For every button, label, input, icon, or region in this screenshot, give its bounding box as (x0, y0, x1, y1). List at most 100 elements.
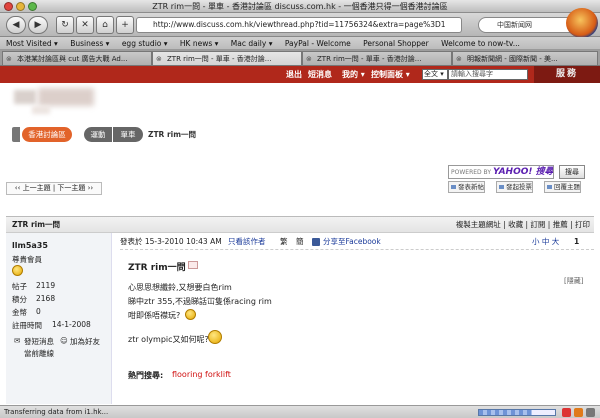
reply-button[interactable]: 回覆主題 (544, 181, 581, 193)
breadcrumb-sports[interactable]: 運動 (84, 127, 112, 142)
thread-title: ZTR rim一問 (12, 220, 61, 229)
rss-icon[interactable] (574, 408, 583, 417)
close-window-icon[interactable] (4, 2, 13, 11)
adblock-icon[interactable] (562, 408, 571, 417)
coins-label: 金幣 (12, 308, 27, 317)
yahoo-logo: YAHOO! 搜尋 (492, 167, 554, 177)
bookmark-item[interactable]: Welcome to now-tv... (441, 39, 520, 48)
window-title: ZTR rim一問 - 單車 - 香港討論區 discuss.com.hk - … (152, 2, 448, 11)
only-author-link[interactable]: 只看該作者 (228, 236, 266, 248)
close-tab-icon[interactable]: ⊗ (306, 52, 312, 65)
firefox-logo-icon (566, 8, 598, 38)
new-post-button[interactable]: 發表新帖 (448, 181, 485, 193)
add-bookmark-icon[interactable]: + (116, 16, 134, 34)
site-logo-text[interactable] (38, 88, 94, 106)
thread-tools[interactable]: 複製主題網址 | 收藏 | 訂閱 | 推薦 | 打印 (456, 217, 590, 233)
thread-actions: 發表新帖 發起投票 回覆主題 (448, 181, 593, 194)
search-value: 中国新闻网 (497, 21, 532, 29)
status-bar: Transferring data from i1.hk... (0, 405, 600, 418)
share-facebook-link[interactable]: 分享至Facebook (323, 236, 381, 248)
reload-icon[interactable]: ↻ (56, 16, 74, 34)
mine-menu[interactable]: 我的 ▾ (342, 66, 365, 83)
font-size-links[interactable]: 小 中 大 (532, 236, 559, 248)
site-logo[interactable] (14, 90, 36, 104)
post-floor: 1 (574, 237, 580, 246)
breadcrumb-cycling[interactable]: 單車 (113, 127, 143, 142)
message-icon: ✉ (14, 336, 21, 345)
post-line-2: 睇中ztr 355,不過睇話冚隻係racing rim (128, 297, 272, 306)
hot-search-link[interactable]: flooring forklift (172, 370, 231, 379)
sweat-smiley-icon (185, 309, 196, 320)
forward-arrow-icon[interactable]: ▶ (28, 16, 48, 34)
close-tab-icon[interactable]: ⊗ (456, 52, 462, 65)
close-tab-icon[interactable]: ⊗ (6, 52, 12, 65)
send-message-link[interactable]: 發短消息 (24, 336, 54, 347)
post-line-1: 心思思想纖鈴,又想要白色rim (128, 283, 232, 292)
author-panel: llm5a35 尊貴會員 帖子 2119 積分 2168 金幣 0 註冊時間 1… (6, 233, 112, 404)
tab-mingpao[interactable]: ⊗ 明報新聞網 - 國際新聞 - 美... (452, 51, 598, 65)
home-icon[interactable]: ⌂ (96, 16, 114, 34)
post-line-4: ztr olympic又如何呢? (128, 335, 209, 344)
close-tab-icon[interactable]: ⊗ (156, 52, 162, 65)
bookmark-item[interactable]: Most Visited ▾ (6, 39, 58, 48)
yahoo-search-button[interactable]: 搜尋 (559, 165, 585, 179)
yahoo-search-input[interactable]: POWERED BY YAHOO! 搜尋 (448, 165, 554, 179)
tab-ad-war[interactable]: ⊗ 本港某討論區與 cut 廣告大戰 Ad... (2, 51, 152, 65)
bookmark-item[interactable]: egg studio ▾ (122, 39, 168, 48)
extension-icon[interactable] (586, 408, 595, 417)
post-subject: ZTR rim一問 (128, 263, 186, 273)
tab-ztr-rim-active[interactable]: ⊗ ZTR rim一問 - 單車 - 香港討論... (152, 51, 302, 65)
thread-nav[interactable]: ‹‹ 上一主題 | 下一主題 ›› (6, 182, 102, 195)
coins-value: 0 (36, 307, 41, 316)
hot-search-label: 熱門搜尋: (128, 371, 164, 380)
tab-ztr-rim[interactable]: ⊗ ZTR rim一問 - 單車 - 香港討論... (302, 51, 452, 65)
post-meta: 發表於 15-3-2010 10:43 AM 只看該作者 繁 簡 分享至Face… (120, 236, 594, 250)
author-name[interactable]: llm5a35 (12, 241, 48, 250)
tab-label: 本港某討論區與 cut 廣告大戰 Ad... (17, 55, 128, 63)
post-date: 發表於 15-3-2010 10:43 AM (120, 237, 222, 246)
zoom-window-icon[interactable] (28, 2, 37, 11)
posts-label: 帖子 (12, 282, 27, 291)
control-panel-menu[interactable]: 控制面板 ▾ (371, 66, 410, 83)
pm-link[interactable]: 短消息 (308, 66, 332, 83)
service-menu[interactable]: 服務 (534, 66, 600, 83)
progress-fill (479, 410, 533, 415)
url-bar[interactable]: http://www.discuss.com.hk/viewthread.php… (136, 17, 462, 33)
add-friend-icon: ☺ (60, 336, 68, 345)
post-line-3: 咁即係唔襟玩? (128, 311, 181, 320)
subject-icon (188, 261, 198, 269)
minimize-window-icon[interactable] (16, 2, 25, 11)
facebook-icon (312, 238, 320, 246)
back-arrow-icon[interactable]: ◀ (6, 16, 26, 34)
site-search-input[interactable]: 請輸入搜尋字 (448, 69, 528, 80)
post-body: ZTR rim一問 [隱藏] 心思思想纖鈴,又想要白色rim 睇中ztr 355… (120, 252, 594, 402)
new-poll-button[interactable]: 發起投票 (496, 181, 533, 193)
bookmark-item[interactable]: Personal Shopper (363, 39, 429, 48)
simplified-toggle[interactable]: 簡 (296, 236, 304, 248)
tab-label: ZTR rim一問 - 單車 - 香港討論... (317, 55, 422, 63)
search-scope-select[interactable]: 全文 ▾ (422, 69, 448, 80)
yahoo-powered-label: POWERED BY (451, 169, 492, 176)
tab-strip: ⊗ 本港某討論區與 cut 廣告大戰 Ad... ⊗ ZTR rim一問 - 單車 … (0, 50, 600, 66)
online-status: 當前離線 (24, 349, 54, 358)
reg-value: 14-1-2008 (52, 320, 91, 329)
hide-toggle[interactable]: [隱藏] (564, 276, 583, 286)
bookmark-item[interactable]: PayPal - Welcome (285, 39, 351, 48)
bookmark-item[interactable]: Mac daily ▾ (231, 39, 273, 48)
post-header: ZTR rim一問 複製主題網址 | 收藏 | 訂閱 | 推薦 | 打印 (6, 216, 594, 233)
loading-progress (478, 409, 556, 416)
yahoo-search: POWERED BY YAHOO! 搜尋 搜尋 (448, 165, 588, 179)
bookmark-item[interactable]: Business ▾ (70, 39, 109, 48)
bookmark-item[interactable]: HK news ▾ (180, 39, 219, 48)
author-rank: 尊貴會員 (12, 255, 42, 264)
points-label: 積分 (12, 295, 27, 304)
breadcrumb-home[interactable]: 香港討論區 (22, 127, 72, 142)
breadcrumb: 香港討論區 運動 單車 ZTR rim一問 (12, 126, 242, 144)
logout-link[interactable]: 退出 (286, 66, 302, 83)
bookmarks-bar: Most Visited ▾ Business ▾ egg studio ▾ H… (0, 37, 600, 50)
add-friend-link[interactable]: 加為好友 (70, 336, 100, 347)
site-nav-bar: 退出 短消息 我的 ▾ 控制面板 ▾ 全文 ▾ 請輸入搜尋字 服務 (0, 66, 600, 83)
breadcrumb-current: ZTR rim一問 (148, 130, 197, 139)
stop-icon[interactable]: ✕ (76, 16, 94, 34)
traditional-toggle[interactable]: 繁 (280, 236, 288, 248)
